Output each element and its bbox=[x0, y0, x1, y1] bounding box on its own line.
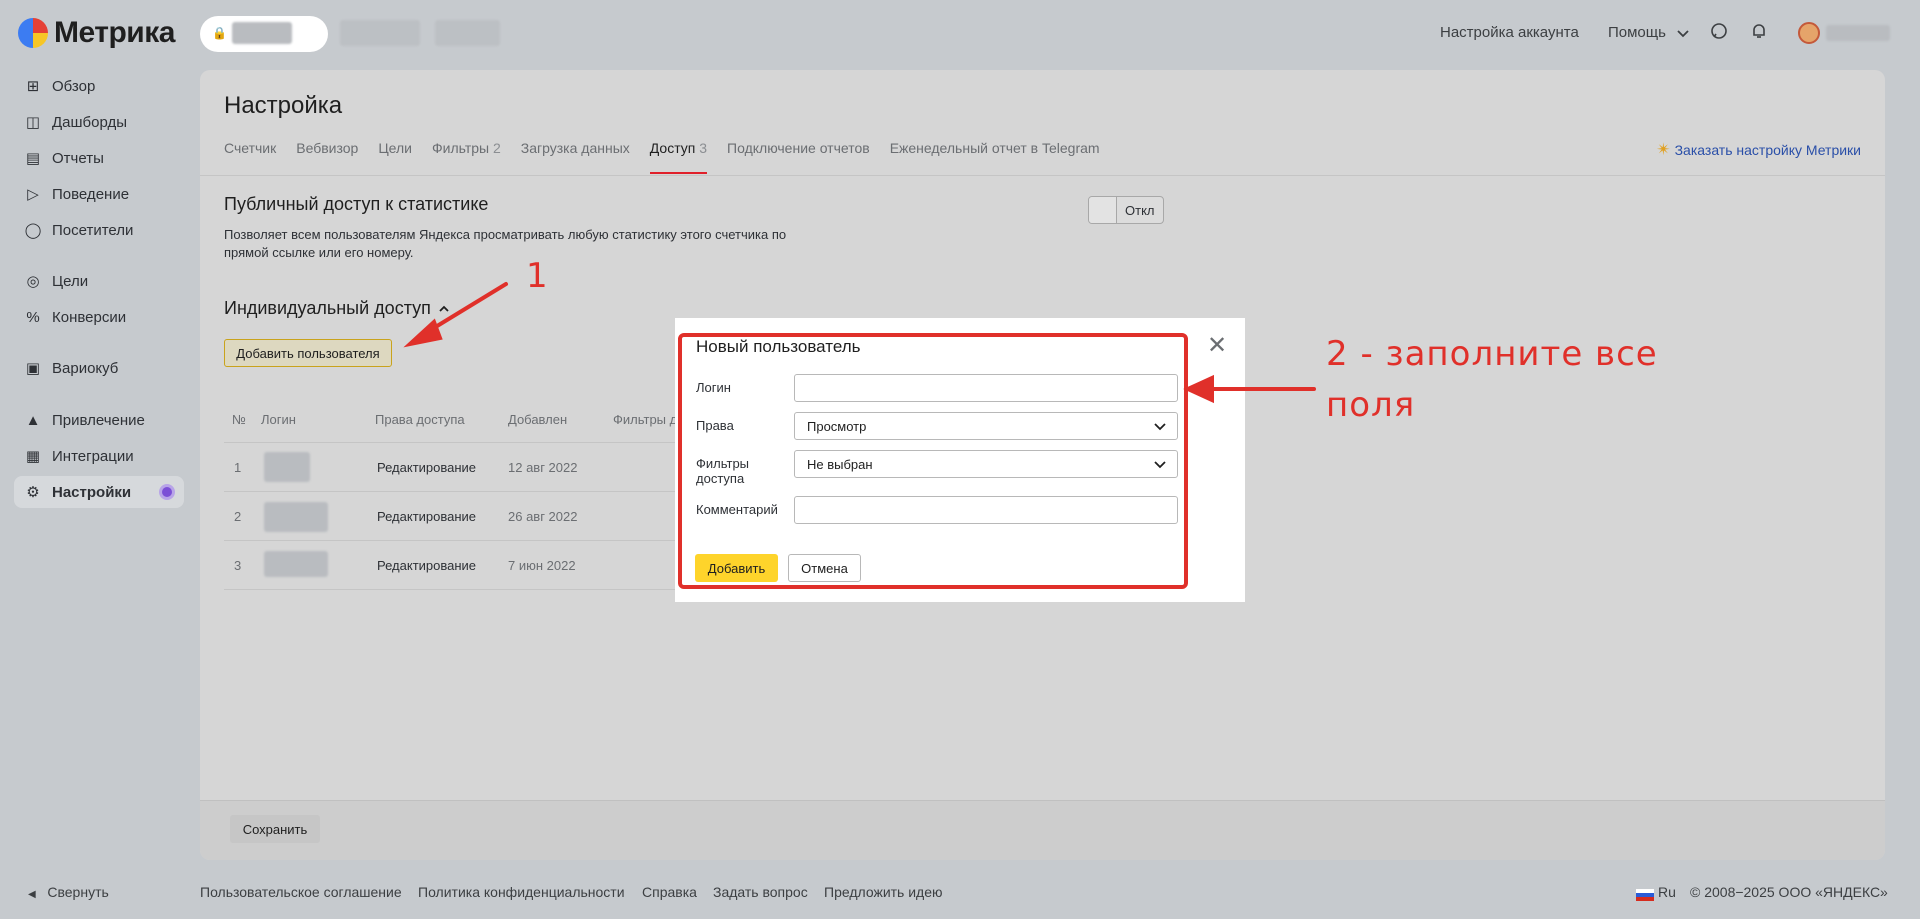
flame-icon: ▲ bbox=[25, 411, 41, 429]
chevron-down-icon bbox=[1677, 30, 1689, 38]
person-icon: ◯ bbox=[24, 222, 42, 239]
counter-id-blurred bbox=[340, 20, 420, 46]
add-user-button[interactable]: Добавить пользователя bbox=[224, 339, 392, 367]
annotation-highlight-box bbox=[678, 333, 1188, 589]
sidebar-item-conversions[interactable]: % Конверсии bbox=[14, 301, 184, 333]
bar-chart-icon: ▤ bbox=[25, 150, 41, 167]
account-settings-link[interactable]: Настройка аккаунта bbox=[1440, 24, 1579, 41]
sidebar-item-goals[interactable]: ◎ Цели bbox=[14, 265, 184, 297]
save-bar: Сохранить bbox=[200, 800, 1885, 860]
tab-access[interactable]: Доступ 3 bbox=[649, 140, 708, 174]
public-access-toggle[interactable]: Откл bbox=[1088, 196, 1164, 224]
row-divider bbox=[224, 491, 704, 492]
footer-link-help[interactable]: Справка bbox=[642, 884, 697, 900]
sidebar-item-variocube[interactable]: ▣ Вариокуб bbox=[14, 352, 184, 384]
login-blurred bbox=[264, 452, 310, 482]
col-added: Добавлен bbox=[508, 412, 568, 427]
public-access-title: Публичный доступ к статистике bbox=[224, 194, 489, 214]
close-icon[interactable]: ✕ bbox=[1207, 334, 1227, 358]
notification-dot bbox=[162, 487, 172, 497]
copyright: © 2008−2025 ООО «ЯНДЕКС» bbox=[1690, 884, 1888, 900]
row-divider bbox=[224, 442, 704, 443]
play-icon: ▷ bbox=[27, 186, 39, 203]
counter-name-blurred bbox=[232, 22, 292, 44]
target-icon: ◎ bbox=[26, 273, 40, 290]
user-name-blurred bbox=[1826, 25, 1890, 41]
grid-icon: ⊞ bbox=[26, 78, 40, 95]
sparkle-icon: ✴ bbox=[1656, 140, 1671, 159]
tab-data-upload[interactable]: Загрузка данных bbox=[521, 140, 630, 174]
tab-filters[interactable]: Фильтры 2 bbox=[432, 140, 501, 174]
cube-icon: ▣ bbox=[25, 360, 41, 377]
sidebar-item-integrations[interactable]: ▦ Интеграции bbox=[14, 440, 184, 472]
tab-report-connection[interactable]: Подключение отчетов bbox=[727, 140, 870, 174]
row-divider bbox=[224, 540, 704, 541]
public-access-description: Позволяет всем пользователям Яндекса про… bbox=[224, 227, 787, 260]
order-setup-link[interactable]: ✴ Заказать настройку Метрики bbox=[1656, 140, 1861, 160]
top-bar: Метрика 🔒 Настройка аккаунта Помощь bbox=[0, 0, 1920, 66]
triangle-left-icon: ◀ bbox=[28, 889, 36, 900]
footer-link-terms[interactable]: Пользовательское соглашение bbox=[200, 884, 402, 900]
annotation-step-1: 1 bbox=[526, 256, 548, 296]
footer-link-ask[interactable]: Задать вопрос bbox=[713, 884, 808, 900]
gear-icon: ⚙ bbox=[26, 484, 40, 501]
toggle-label: Откл bbox=[1125, 202, 1155, 218]
settings-tabs: Счетчик Вебвизор Цели Фильтры 2 Загрузка… bbox=[224, 140, 1100, 174]
tabs-divider bbox=[200, 175, 1885, 176]
footer-link-privacy[interactable]: Политика конфиденциальности bbox=[418, 884, 625, 900]
col-filters: Фильтры д bbox=[613, 412, 678, 427]
col-num: № bbox=[232, 412, 246, 427]
counter-extra-blurred bbox=[435, 20, 500, 46]
sidebar-item-acquisition[interactable]: ▲ Привлечение bbox=[14, 404, 184, 436]
annotation-step-2-line2: поля bbox=[1326, 385, 1416, 425]
sidebar-item-dashboards[interactable]: ◫ Дашборды bbox=[14, 106, 184, 138]
tab-counter[interactable]: Счетчик bbox=[224, 140, 276, 174]
login-blurred bbox=[264, 551, 328, 577]
dashboard-icon: ◫ bbox=[25, 114, 41, 131]
russian-flag-icon bbox=[1636, 889, 1654, 901]
sidebar-item-reports[interactable]: ▤ Отчеты bbox=[14, 142, 184, 174]
page-title: Настройка bbox=[224, 92, 343, 119]
login-blurred bbox=[264, 502, 328, 532]
annotation-step-2-line1: 2 - заполните все bbox=[1326, 334, 1658, 374]
app-name: Метрика bbox=[54, 16, 175, 49]
percent-icon: % bbox=[26, 308, 40, 326]
lock-icon: 🔒 bbox=[212, 26, 227, 40]
sidebar-item-overview[interactable]: ⊞ Обзор bbox=[14, 70, 184, 102]
metrika-logo[interactable]: Метрика bbox=[18, 16, 175, 50]
col-rights: Права доступа bbox=[375, 412, 465, 427]
sidebar-item-behavior[interactable]: ▷ Поведение bbox=[14, 178, 184, 210]
tab-webvisor[interactable]: Вебвизор bbox=[296, 140, 358, 174]
sidebar-item-settings[interactable]: ⚙ Настройки bbox=[14, 476, 184, 508]
col-login: Логин bbox=[261, 412, 296, 427]
footer-link-suggest[interactable]: Предложить идею bbox=[824, 884, 943, 900]
user-avatar[interactable] bbox=[1798, 22, 1820, 44]
help-label: Помощь bbox=[1608, 24, 1666, 41]
row-divider bbox=[224, 589, 704, 590]
sidebar-item-visitors[interactable]: ◯ Посетители bbox=[14, 214, 184, 246]
chat-icon[interactable] bbox=[1710, 22, 1728, 45]
integration-icon: ▦ bbox=[25, 448, 41, 465]
individual-access-title[interactable]: Индивидуальный доступ bbox=[224, 298, 450, 319]
tab-telegram-report[interactable]: Еженедельный отчет в Telegram bbox=[890, 140, 1100, 174]
metrika-logo-icon bbox=[18, 18, 48, 48]
chevron-up-icon bbox=[439, 305, 449, 312]
language-switch[interactable]: Ru bbox=[1658, 884, 1676, 900]
help-menu[interactable]: Помощь bbox=[1608, 24, 1690, 41]
bell-icon[interactable] bbox=[1750, 22, 1768, 45]
tab-goals[interactable]: Цели bbox=[378, 140, 412, 174]
collapse-sidebar-button[interactable]: ◀ Свернуть bbox=[28, 884, 109, 900]
save-button[interactable]: Сохранить bbox=[230, 815, 320, 843]
toggle-knob bbox=[1089, 197, 1117, 223]
